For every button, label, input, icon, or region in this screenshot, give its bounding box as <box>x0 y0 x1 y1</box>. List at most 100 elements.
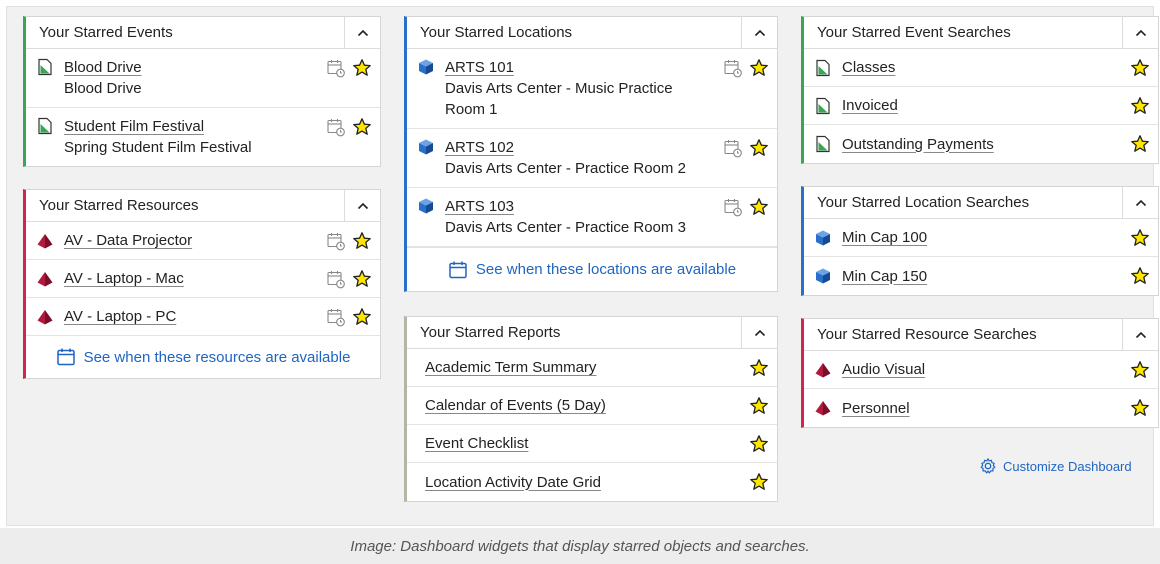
star-icon[interactable] <box>749 58 769 78</box>
calendar-clock-icon[interactable] <box>326 269 346 289</box>
collapse-button[interactable] <box>344 16 380 49</box>
gear-icon <box>979 457 997 475</box>
star-icon[interactable] <box>749 138 769 158</box>
event-link[interactable]: Student Film Festival <box>64 118 204 135</box>
list-item: Academic Term Summary <box>407 349 777 387</box>
resource-search-link[interactable]: Audio Visual <box>842 361 925 378</box>
customize-dashboard-link[interactable]: Customize Dashboard <box>979 457 1132 475</box>
list-item: Classes <box>804 49 1158 87</box>
collapse-button[interactable] <box>1122 186 1158 219</box>
event-subtitle: Blood Drive <box>64 80 142 97</box>
star-icon[interactable] <box>749 197 769 217</box>
list-item: Personnel <box>804 389 1158 427</box>
resources-availability-link[interactable]: See when these resources are available <box>26 336 380 378</box>
star-icon[interactable] <box>352 307 372 327</box>
calendar-clock-icon[interactable] <box>326 231 346 251</box>
widget-title: Your Starred Event Searches <box>817 24 1011 41</box>
star-icon[interactable] <box>749 472 769 492</box>
collapse-button[interactable] <box>741 316 777 349</box>
star-icon[interactable] <box>1130 360 1150 380</box>
calendar-clock-icon[interactable] <box>326 307 346 327</box>
report-link[interactable]: Calendar of Events (5 Day) <box>425 397 606 414</box>
resource-search-link[interactable]: Personnel <box>842 400 910 417</box>
chevron-up-icon <box>1134 328 1148 342</box>
list-item: Invoiced <box>804 87 1158 125</box>
location-search-link[interactable]: Min Cap 100 <box>842 229 927 246</box>
star-icon[interactable] <box>352 58 372 78</box>
star-icon[interactable] <box>749 396 769 416</box>
widget-header: Your Starred Reports <box>407 316 777 349</box>
star-icon[interactable] <box>749 434 769 454</box>
collapse-button[interactable] <box>741 16 777 49</box>
calendar-clock-icon[interactable] <box>326 117 346 137</box>
chevron-up-icon <box>356 199 370 213</box>
event-document-icon <box>814 59 832 77</box>
list-item: AV - Data Projector <box>26 222 380 260</box>
star-icon[interactable] <box>749 358 769 378</box>
star-icon[interactable] <box>1130 266 1150 286</box>
widget-header: Your Starred Events <box>26 16 380 49</box>
dashboard-column-2: Your Starred Locations ARTS 101 Davis Ar… <box>404 16 778 524</box>
event-search-link[interactable]: Outstanding Payments <box>842 136 994 153</box>
event-search-link[interactable]: Classes <box>842 59 895 76</box>
list-item: Calendar of Events (5 Day) <box>407 387 777 425</box>
location-cube-icon <box>417 58 435 76</box>
location-cube-icon <box>417 138 435 156</box>
list-item: ARTS 102 Davis Arts Center - Practice Ro… <box>407 129 777 188</box>
event-link[interactable]: Blood Drive <box>64 59 142 76</box>
calendar-clock-icon[interactable] <box>326 58 346 78</box>
widget-header: Your Starred Resource Searches <box>804 318 1158 351</box>
calendar-clock-icon[interactable] <box>723 58 743 78</box>
calendar-clock-icon[interactable] <box>723 197 743 217</box>
list-item: ARTS 101 Davis Arts Center - Music Pract… <box>407 49 777 129</box>
location-subtitle: Davis Arts Center - Music Practice Room … <box>445 80 673 118</box>
resource-pyramid-icon <box>36 232 54 250</box>
starred-resource-searches-widget: Your Starred Resource Searches Audio Vis… <box>801 318 1159 428</box>
starred-events-widget: Your Starred Events Blood Drive Blood Dr… <box>23 16 381 167</box>
location-link[interactable]: ARTS 101 <box>445 59 514 76</box>
starred-resources-widget: Your Starred Resources AV - Data Project… <box>23 189 381 379</box>
collapse-button[interactable] <box>1122 16 1158 49</box>
list-item: Min Cap 150 <box>804 257 1158 295</box>
star-icon[interactable] <box>352 117 372 137</box>
report-link[interactable]: Event Checklist <box>425 435 528 452</box>
widget-title: Your Starred Location Searches <box>817 194 1030 211</box>
report-link[interactable]: Academic Term Summary <box>425 359 596 376</box>
location-subtitle: Davis Arts Center - Practice Room 2 <box>445 160 686 177</box>
report-link[interactable]: Location Activity Date Grid <box>425 474 601 491</box>
star-icon[interactable] <box>1130 96 1150 116</box>
widget-header: Your Starred Event Searches <box>804 16 1158 49</box>
event-document-icon <box>814 135 832 153</box>
star-icon[interactable] <box>1130 134 1150 154</box>
location-cube-icon <box>814 229 832 247</box>
location-search-link[interactable]: Min Cap 150 <box>842 268 927 285</box>
event-search-link[interactable]: Invoiced <box>842 97 898 114</box>
calendar-clock-icon[interactable] <box>723 138 743 158</box>
starred-event-searches-widget: Your Starred Event Searches Classes Invo… <box>801 16 1159 164</box>
location-cube-icon <box>417 197 435 215</box>
resource-link[interactable]: AV - Laptop - PC <box>64 308 176 325</box>
chevron-up-icon <box>1134 26 1148 40</box>
star-icon[interactable] <box>352 231 372 251</box>
list-item: Event Checklist <box>407 425 777 463</box>
resource-pyramid-icon <box>36 270 54 288</box>
chevron-up-icon <box>753 326 767 340</box>
star-icon[interactable] <box>352 269 372 289</box>
list-item: Audio Visual <box>804 351 1158 389</box>
widget-title: Your Starred Resources <box>39 197 199 214</box>
list-item: Blood Drive Blood Drive <box>26 49 380 108</box>
calendar-icon <box>56 347 76 367</box>
location-link[interactable]: ARTS 102 <box>445 139 514 156</box>
location-link[interactable]: ARTS 103 <box>445 198 514 215</box>
location-subtitle: Davis Arts Center - Practice Room 3 <box>445 219 686 236</box>
resource-link[interactable]: AV - Data Projector <box>64 232 192 249</box>
availability-label: See when these resources are available <box>83 348 351 366</box>
resource-link[interactable]: AV - Laptop - Mac <box>64 270 184 287</box>
event-document-icon <box>814 97 832 115</box>
star-icon[interactable] <box>1130 58 1150 78</box>
collapse-button[interactable] <box>1122 318 1158 351</box>
star-icon[interactable] <box>1130 398 1150 418</box>
star-icon[interactable] <box>1130 228 1150 248</box>
collapse-button[interactable] <box>344 189 380 222</box>
locations-availability-link[interactable]: See when these locations are available <box>407 247 777 291</box>
